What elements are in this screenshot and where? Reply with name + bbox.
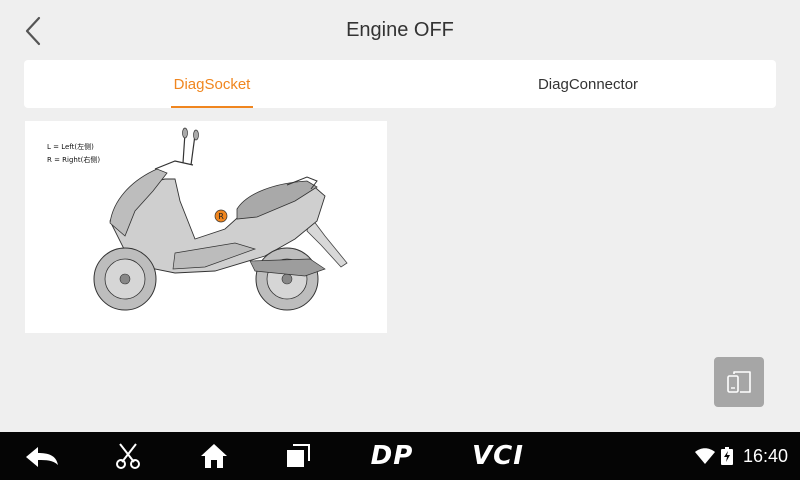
scooter-illustration: R bbox=[93, 127, 348, 311]
vci-label: VCI bbox=[472, 441, 524, 471]
diag-socket-image[interactable]: L = Left(左侧) R = Right(右侧) R bbox=[25, 121, 387, 333]
page-title: Engine OFF bbox=[346, 19, 454, 41]
dp-label: DP bbox=[370, 441, 414, 471]
screen-switch-button[interactable] bbox=[714, 357, 764, 407]
nav-vci-button[interactable]: VCI bbox=[470, 438, 526, 474]
tab-diagconnector[interactable]: DiagConnector bbox=[400, 60, 776, 108]
clock: 16:40 bbox=[742, 445, 788, 466]
active-tab-indicator bbox=[171, 106, 253, 108]
device-switch-icon bbox=[727, 371, 751, 393]
home-icon bbox=[201, 444, 227, 468]
tab-label: DiagConnector bbox=[537, 75, 639, 93]
tab-bar: DiagSocket DiagConnector bbox=[24, 60, 776, 108]
nav-home-button[interactable] bbox=[196, 438, 232, 474]
system-navbar: DP VCI 16:40 bbox=[0, 432, 800, 480]
nav-screenshot-button[interactable] bbox=[110, 438, 146, 474]
header: Engine OFF bbox=[0, 0, 800, 60]
return-arrow-icon bbox=[26, 447, 58, 467]
tab-label: DiagSocket bbox=[173, 75, 251, 93]
wifi-icon bbox=[694, 448, 715, 464]
tab-diagsocket[interactable]: DiagSocket bbox=[24, 60, 400, 108]
nav-back-button[interactable] bbox=[22, 438, 62, 474]
recent-apps-icon bbox=[287, 444, 310, 467]
socket-marker-label: R bbox=[218, 212, 224, 221]
battery-charging-icon bbox=[720, 447, 733, 465]
scissors-icon bbox=[116, 443, 140, 469]
nav-recents-button[interactable] bbox=[282, 438, 314, 474]
nav-dp-button[interactable]: DP bbox=[366, 438, 418, 474]
status-area: 16:40 bbox=[694, 432, 788, 480]
